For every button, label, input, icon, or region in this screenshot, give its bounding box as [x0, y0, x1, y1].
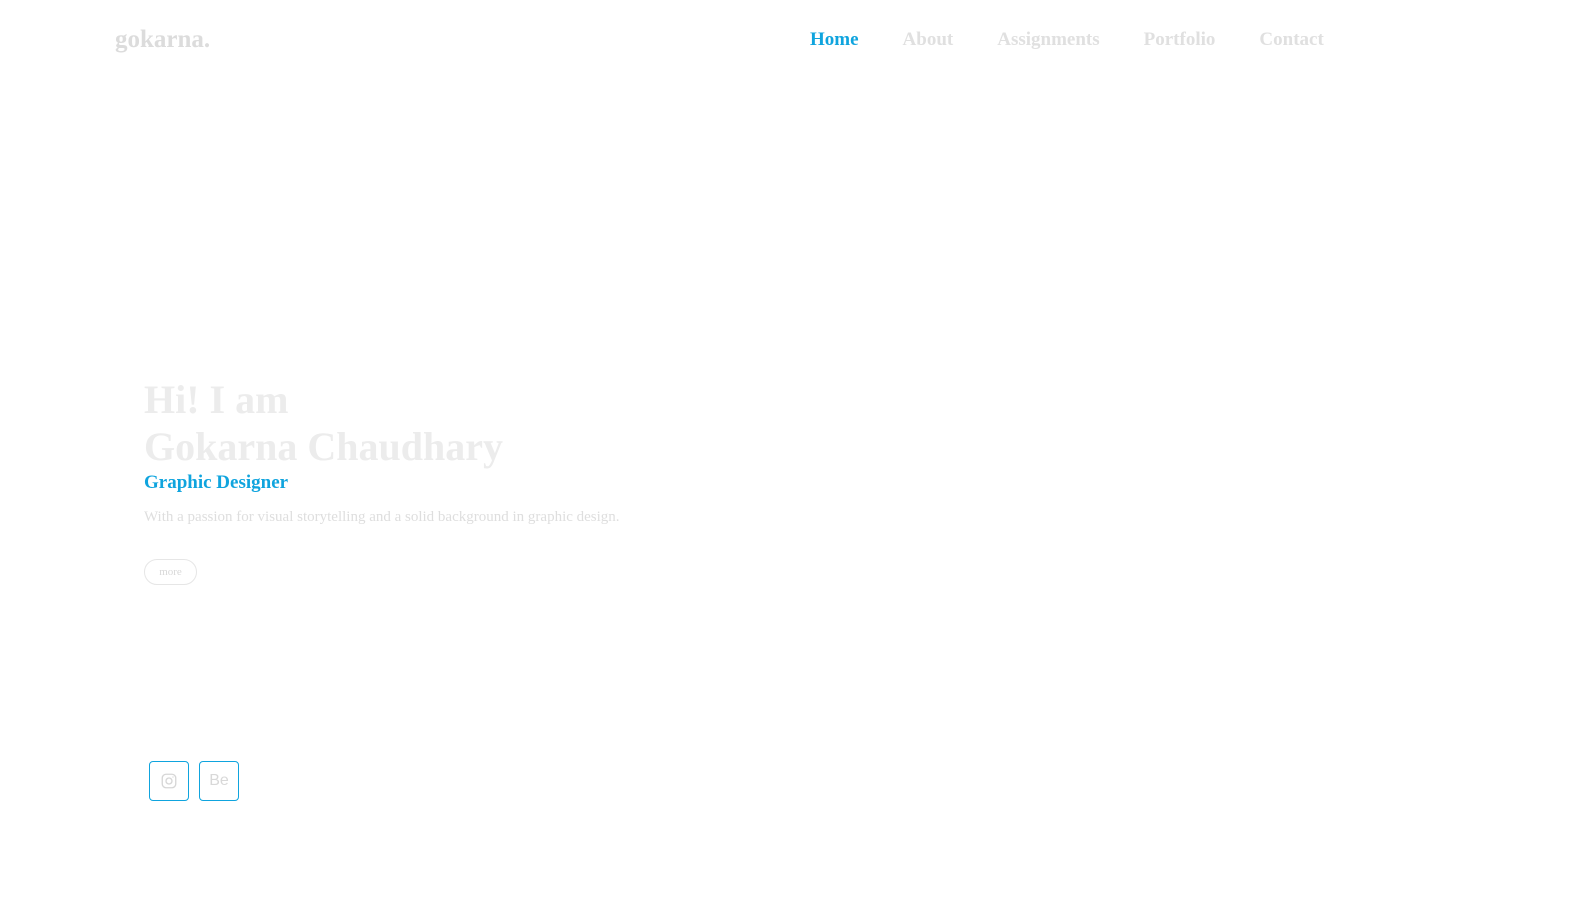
site-logo[interactable]: gokarna.: [115, 26, 210, 54]
social-links: Be: [149, 761, 239, 801]
more-button[interactable]: more: [144, 559, 197, 585]
nav-assignments[interactable]: Assignments: [997, 27, 1099, 53]
instagram-icon: [161, 773, 177, 789]
hero-section: Hi! I am Gokarna Chaudhary Graphic Desig…: [144, 376, 844, 527]
hero-description: With a passion for visual storytelling a…: [144, 509, 620, 525]
behance-icon: Be: [209, 772, 229, 789]
page: gokarna. Home About Assignments Portfoli…: [0, 0, 1584, 900]
main-nav: Home About Assignments Portfolio Contact: [810, 27, 1324, 53]
nav-portfolio[interactable]: Portfolio: [1144, 27, 1216, 53]
behance-link[interactable]: Be: [199, 761, 239, 801]
hero-name: Gokarna Chaudhary: [144, 424, 503, 469]
nav-contact[interactable]: Contact: [1259, 27, 1323, 53]
nav-home[interactable]: Home: [810, 27, 859, 53]
nav-about[interactable]: About: [903, 27, 954, 53]
hero-role: Graphic Designer: [144, 472, 289, 493]
instagram-link[interactable]: [149, 761, 189, 801]
hero-greeting: Hi! I am: [144, 377, 289, 422]
